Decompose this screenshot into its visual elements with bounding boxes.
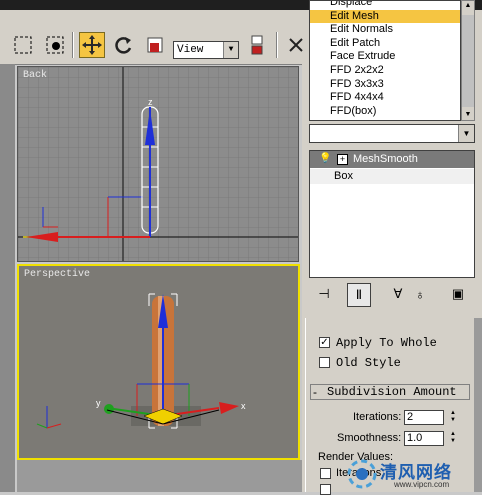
modifier-list-combobox[interactable]: ▼	[309, 124, 475, 143]
stack-item-label: Box	[334, 170, 353, 182]
axis-label-x: x	[241, 401, 246, 411]
render-iterations-checkbox[interactable]	[320, 468, 331, 479]
pivot-center-icon[interactable]	[245, 32, 271, 58]
modifier-dropdown-list[interactable]: Displace Edit Mesh Edit Normals Edit Pat…	[309, 0, 461, 121]
modifier-item[interactable]: Displace	[310, 1, 460, 10]
subdivision-header-label: Subdivision Amount	[327, 385, 457, 399]
modifier-stack: 💡 + MeshSmooth Box	[309, 150, 475, 278]
iterations-input[interactable]: 2	[404, 410, 444, 425]
subdivision-amount-header[interactable]: - Subdivision Amount	[310, 384, 470, 400]
modifier-item-selected[interactable]: Edit Mesh	[310, 9, 460, 24]
watermark-logo: 清风网络 www.vipcn.com	[346, 456, 478, 492]
pin-stack-icon[interactable]: ⊣	[313, 283, 335, 305]
modifier-item[interactable]: FFD(box)	[310, 105, 460, 119]
reference-coordinate-select[interactable]: View ▼	[173, 41, 239, 59]
toolbar-separator	[72, 32, 74, 58]
modifier-item[interactable]: Face Extrude	[310, 50, 460, 64]
remove-modifier-icon[interactable]: ♁	[409, 283, 431, 305]
old-style-checkbox[interactable]	[319, 357, 330, 368]
back-viewport[interactable]: Back z	[17, 66, 299, 262]
snap-toggle-icon[interactable]	[283, 32, 309, 58]
select-by-name-icon[interactable]	[42, 32, 68, 58]
scroll-thumb[interactable]	[462, 15, 474, 107]
viewport-label-back: Back	[23, 70, 48, 81]
dropdown-scrollbar[interactable]: ▲ ▼	[461, 0, 475, 121]
smoothness-input[interactable]: 1.0	[404, 431, 444, 446]
apply-to-whole-label: Apply To Whole	[336, 336, 437, 350]
chevron-down-icon: ▼	[458, 125, 474, 142]
axis-label-z: z	[148, 97, 153, 107]
lightbulb-icon[interactable]: 💡	[319, 153, 331, 165]
configure-sets-icon[interactable]: ▣	[447, 283, 469, 305]
watermark-url: www.vipcn.com	[394, 480, 450, 489]
viewport-bottom-strip	[17, 460, 302, 492]
iterations-label: Iterations:	[353, 411, 402, 423]
stack-item-label: MeshSmooth	[353, 153, 418, 165]
rotate-icon[interactable]	[110, 32, 136, 58]
smoothness-spinner[interactable]: ▲ ▼	[448, 431, 458, 446]
scale-icon[interactable]	[142, 32, 168, 58]
modifier-item[interactable]: Edit Patch	[310, 37, 460, 51]
scroll-up-icon[interactable]: ▲	[462, 1, 474, 11]
show-end-result-icon[interactable]: Ⅱ	[347, 283, 371, 307]
move-icon[interactable]	[79, 32, 105, 58]
iterations-spinner[interactable]: ▲ ▼	[448, 410, 458, 425]
modifier-item[interactable]: Edit Normals	[310, 23, 460, 37]
axis-label-y: y	[96, 398, 101, 408]
perspective-viewport[interactable]: Perspective y x	[17, 264, 300, 460]
modifier-item[interactable]: FFD 3x3x3	[310, 78, 460, 92]
smoothness-label: Smoothness:	[337, 432, 402, 444]
apply-to-whole-checkbox[interactable]: ✓	[319, 337, 330, 348]
stack-item-meshsmooth[interactable]: 💡 + MeshSmooth	[310, 151, 474, 168]
stack-item-box[interactable]: Box	[310, 169, 474, 184]
select-region-icon[interactable]	[10, 32, 36, 58]
modifier-item[interactable]: FFD 4x4x4	[310, 91, 460, 105]
modifier-item[interactable]: FFD 2x2x2	[310, 64, 460, 78]
stack-toolbar: ⊣ Ⅱ ∀ ♁ ▣	[309, 281, 475, 307]
old-style-label: Old Style	[336, 356, 401, 370]
make-unique-icon[interactable]: ∀	[387, 283, 409, 305]
view-select-value: View	[177, 44, 204, 56]
scroll-down-icon[interactable]: ▼	[462, 110, 474, 120]
toolbar-separator	[276, 32, 278, 58]
chevron-down-icon: ▼	[223, 42, 238, 58]
viewport-label-perspective: Perspective	[24, 269, 91, 280]
render-smoothness-checkbox[interactable]	[320, 484, 331, 495]
left-panel-strip	[0, 64, 15, 492]
collapse-minus-icon: -	[313, 385, 317, 399]
expand-plus-icon[interactable]: +	[337, 154, 348, 165]
